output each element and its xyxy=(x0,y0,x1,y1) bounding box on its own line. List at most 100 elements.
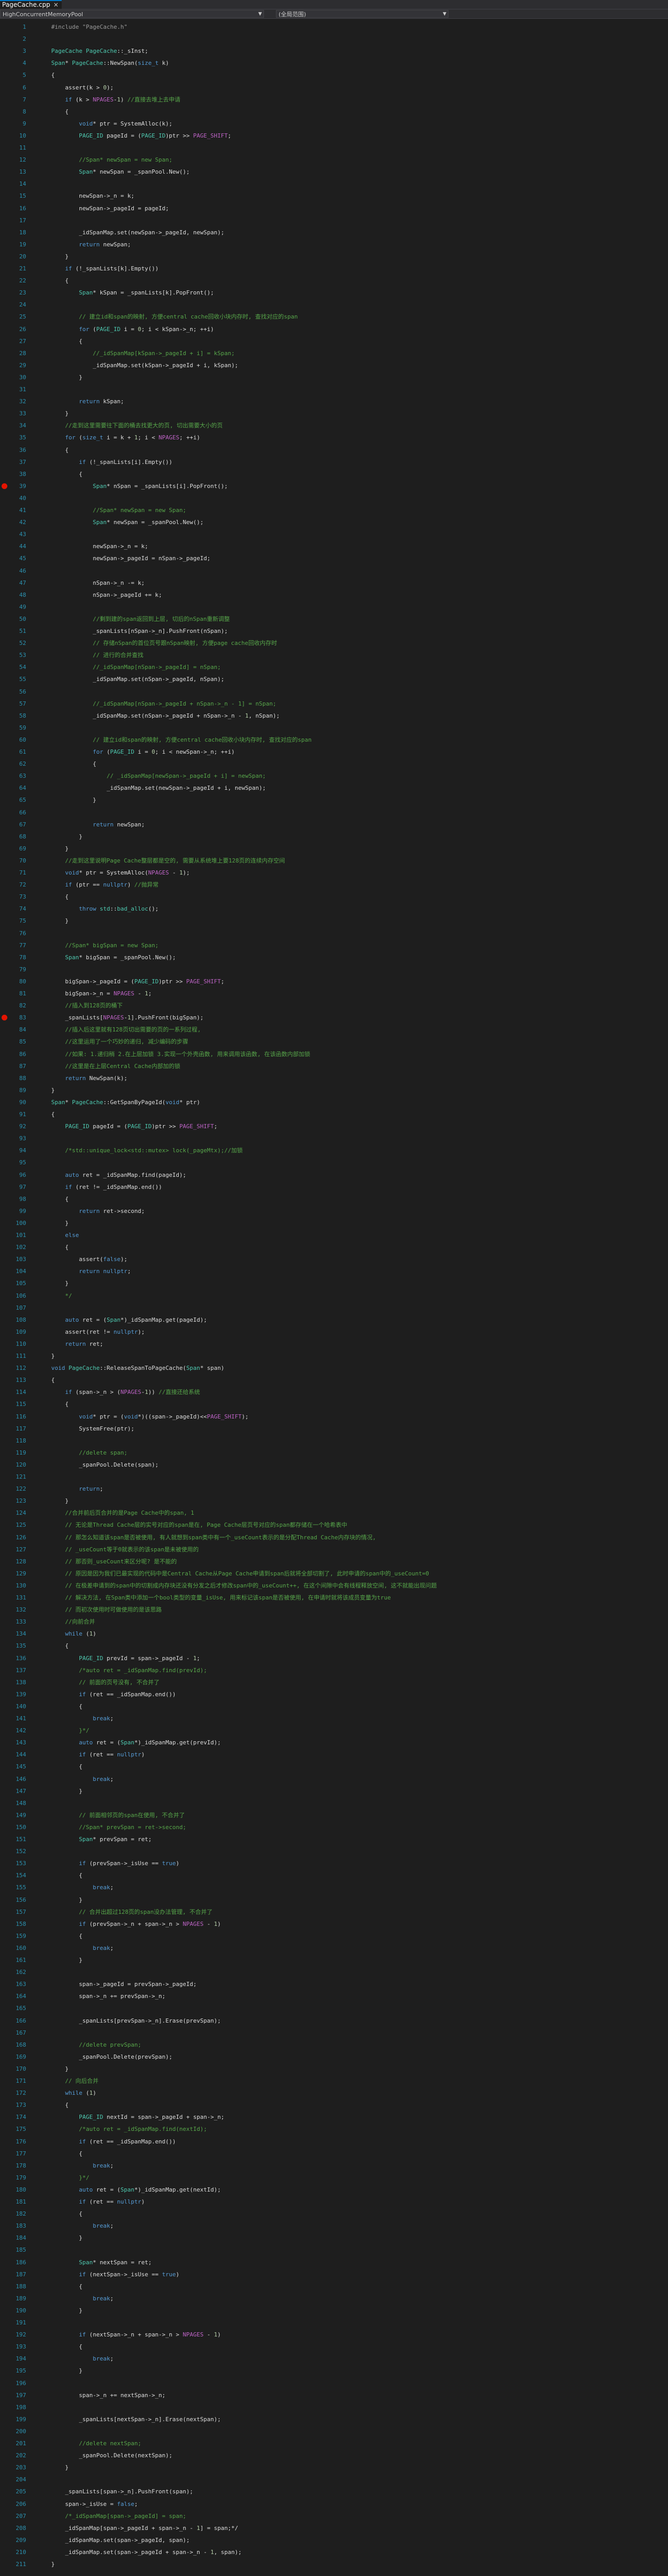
code-line[interactable]: 119 //delete span; xyxy=(0,1449,668,1457)
code-line[interactable]: 55 _idSpanMap.set(nSpan->_pageId, nSpan)… xyxy=(0,675,668,683)
code-line[interactable]: 28 //_idSpanMap[kSpan->_pageId + i] = kS… xyxy=(0,349,668,357)
code-line[interactable]: 127 // _useCount等于0就表示的该span是未被使用的 xyxy=(0,1546,668,1553)
code-line[interactable]: 206 span->_isUse = false; xyxy=(0,2500,668,2508)
code-line[interactable]: 197 span->_n += nextSpan->_n; xyxy=(0,2391,668,2399)
code-line[interactable]: 107 xyxy=(0,1304,668,1312)
code-line[interactable]: 184 } xyxy=(0,2234,668,2242)
code-line[interactable]: 131 // 解决方法, 在Span类中添加一个bool类型的变量_isUse,… xyxy=(0,1594,668,1602)
code-line[interactable]: 195 } xyxy=(0,2367,668,2375)
code-editor[interactable]: 1 #include "PageCache.h" 2 3 PageCache PageC… xyxy=(0,19,668,2576)
code-line[interactable]: 12 //Span* newSpan = new Span; xyxy=(0,156,668,164)
code-line[interactable]: 194 break; xyxy=(0,2355,668,2363)
tab-close-icon[interactable]: × xyxy=(53,1,59,8)
code-line[interactable]: 155 break; xyxy=(0,1883,668,1891)
code-line[interactable]: 24 xyxy=(0,301,668,309)
code-line[interactable]: 185 xyxy=(0,2246,668,2254)
code-line[interactable]: 172 while (1) xyxy=(0,2089,668,2097)
code-line[interactable]: 48 nSpan->_pageId += k; xyxy=(0,591,668,599)
code-line[interactable]: 186 Span* nextSpan = ret; xyxy=(0,2259,668,2266)
code-line[interactable]: 187 if (nextSpan->_isUse == true) xyxy=(0,2271,668,2278)
code-line[interactable]: 189 break; xyxy=(0,2295,668,2302)
code-line[interactable]: 115 { xyxy=(0,1400,668,1408)
code-line[interactable]: 34 //走到这里需要往下面的桶去找更大的页, 切出需要大小的页 xyxy=(0,422,668,429)
code-line[interactable]: 38 { xyxy=(0,470,668,478)
code-line[interactable]: 81 bigSpan->_n = NPAGES - 1; xyxy=(0,990,668,997)
code-line[interactable]: 158 if (prevSpan->_n + span->_n > NPAGES… xyxy=(0,1920,668,1928)
code-line[interactable]: 162 xyxy=(0,1968,668,1976)
code-line[interactable]: 71 void* ptr = SystemAlloc(NPAGES - 1); xyxy=(0,869,668,877)
code-line[interactable]: 165 xyxy=(0,2004,668,2012)
code-line[interactable]: 6 assert(k > 0); xyxy=(0,84,668,92)
code-line[interactable]: 130 // 在极差申请到的span中的切割成内存块还没有分发之后才修改span… xyxy=(0,1582,668,1590)
code-line[interactable]: 40 xyxy=(0,494,668,502)
code-line[interactable]: 72 if (ptr == nullptr) //抛异常 xyxy=(0,881,668,889)
code-line[interactable]: 25 // 建立id和span的映射, 方便central cache回收小块内… xyxy=(0,313,668,321)
code-line[interactable]: 26 for (PAGE_ID i = 0; i < kSpan->_n; ++… xyxy=(0,325,668,333)
code-line[interactable]: 203 } xyxy=(0,2464,668,2471)
code-line[interactable]: 19 return newSpan; xyxy=(0,241,668,248)
code-line[interactable]: 56 xyxy=(0,688,668,696)
code-line[interactable]: 9 void* ptr = SystemAlloc(k); xyxy=(0,120,668,128)
code-line[interactable]: 142 }*/ xyxy=(0,1727,668,1734)
code-line[interactable]: 123 } xyxy=(0,1497,668,1505)
code-line[interactable]: 60 // 建立id和span的映射, 方便central cache回收小块内… xyxy=(0,736,668,744)
code-line[interactable]: 168 //delete prevSpan; xyxy=(0,2041,668,2049)
code-line[interactable]: 110 return ret; xyxy=(0,1340,668,1348)
code-line[interactable]: 122 return; xyxy=(0,1485,668,1493)
code-line[interactable]: 39 Span* nSpan = _spanLists[i].PopFront(… xyxy=(0,482,668,490)
code-line[interactable]: 29 _idSpanMap.set(kSpan->_pageId + i, kS… xyxy=(0,361,668,369)
code-line[interactable]: 190 } xyxy=(0,2307,668,2314)
code-line[interactable]: 173 { xyxy=(0,2101,668,2109)
code-line[interactable]: 174 PAGE_ID nextId = span->_pageId + spa… xyxy=(0,2113,668,2121)
code-line[interactable]: 5{ xyxy=(0,71,668,79)
code-line[interactable]: 68 } xyxy=(0,833,668,841)
code-line[interactable]: 104 return nullptr; xyxy=(0,1267,668,1275)
code-line[interactable]: 43 xyxy=(0,530,668,538)
code-line[interactable]: 62 { xyxy=(0,760,668,768)
code-line[interactable]: 164 span->_n += prevSpan->_n; xyxy=(0,1992,668,2000)
code-line[interactable]: 200 xyxy=(0,2427,668,2435)
code-line[interactable]: 13 Span* newSpan = _spanPool.New(); xyxy=(0,168,668,176)
code-line[interactable]: 33 } xyxy=(0,410,668,417)
code-line[interactable]: 70 //走到这里说明Page Cache整层都是空的, 需要从系统堆上要128… xyxy=(0,857,668,865)
code-line[interactable]: 102 { xyxy=(0,1243,668,1251)
code-line[interactable]: 170 } xyxy=(0,2065,668,2073)
code-line[interactable]: 175 /*auto ret = _idSpanMap.find(nextId)… xyxy=(0,2125,668,2133)
code-line[interactable]: 146 break; xyxy=(0,1775,668,1783)
code-line[interactable]: 109 assert(ret != nullptr); xyxy=(0,1328,668,1336)
code-line[interactable]: 148 xyxy=(0,1799,668,1807)
code-line[interactable]: 17 xyxy=(0,217,668,224)
code-line[interactable]: 144 if (ret == nullptr) xyxy=(0,1751,668,1758)
code-line[interactable]: 32 return kSpan; xyxy=(0,398,668,405)
code-line[interactable]: 15 newSpan->_n = k; xyxy=(0,192,668,200)
code-line[interactable]: 10 PAGE_ID pageId = (PAGE_ID)ptr >> PAGE… xyxy=(0,132,668,140)
code-line[interactable]: 135 { xyxy=(0,1642,668,1650)
tab-pagecache-cpp[interactable]: PageCache.cpp × xyxy=(0,0,62,9)
code-line[interactable]: 77 //Span* bigSpan = new Span; xyxy=(0,941,668,949)
code-line[interactable]: 47 nSpan->_n -= k; xyxy=(0,579,668,587)
code-line[interactable]: 137 /*auto ret = _idSpanMap.find(prevId)… xyxy=(0,1666,668,1674)
code-line[interactable]: 80 bigSpan->_pageId = (PAGE_ID)ptr >> PA… xyxy=(0,978,668,985)
code-line[interactable]: 196 xyxy=(0,2379,668,2387)
code-line[interactable]: 85 //这里运用了一个巧妙的递归, 减少编码的步骤 xyxy=(0,1038,668,1046)
code-line[interactable]: 157 // 合并出超过128页的span没办法管理, 不合并了 xyxy=(0,1908,668,1916)
code-line[interactable]: 57 //_idSpanMap[nSpan->_pageId + nSpan->… xyxy=(0,700,668,708)
code-line[interactable]: 198 xyxy=(0,2403,668,2411)
code-line[interactable]: 207 /*_idSpanMap[span->_pageId] = span; xyxy=(0,2512,668,2520)
code-line[interactable]: 160 break; xyxy=(0,1944,668,1952)
code-line[interactable]: 161 } xyxy=(0,1956,668,1964)
code-line[interactable]: 121 xyxy=(0,1473,668,1481)
code-line[interactable]: 36 { xyxy=(0,446,668,454)
code-line[interactable]: 101 else xyxy=(0,1231,668,1239)
code-line[interactable]: 188 { xyxy=(0,2283,668,2290)
code-line[interactable]: 22 { xyxy=(0,277,668,285)
code-line[interactable]: 182 { xyxy=(0,2210,668,2218)
code-line[interactable]: 180 auto ret = (Span*)_idSpanMap.get(nex… xyxy=(0,2186,668,2194)
code-line[interactable]: 54 //_idSpanMap[nSpan->_pageId] = nSpan; xyxy=(0,663,668,671)
code-line[interactable]: 147 } xyxy=(0,1787,668,1795)
code-line[interactable]: 113 { xyxy=(0,1376,668,1384)
code-line[interactable]: 89} xyxy=(0,1086,668,1094)
code-line[interactable]: 120 _spanPool.Delete(span); xyxy=(0,1461,668,1469)
code-line[interactable]: 69 } xyxy=(0,845,668,853)
project-dropdown[interactable]: HighConcurrentMemoryPool ▼ xyxy=(0,10,264,18)
